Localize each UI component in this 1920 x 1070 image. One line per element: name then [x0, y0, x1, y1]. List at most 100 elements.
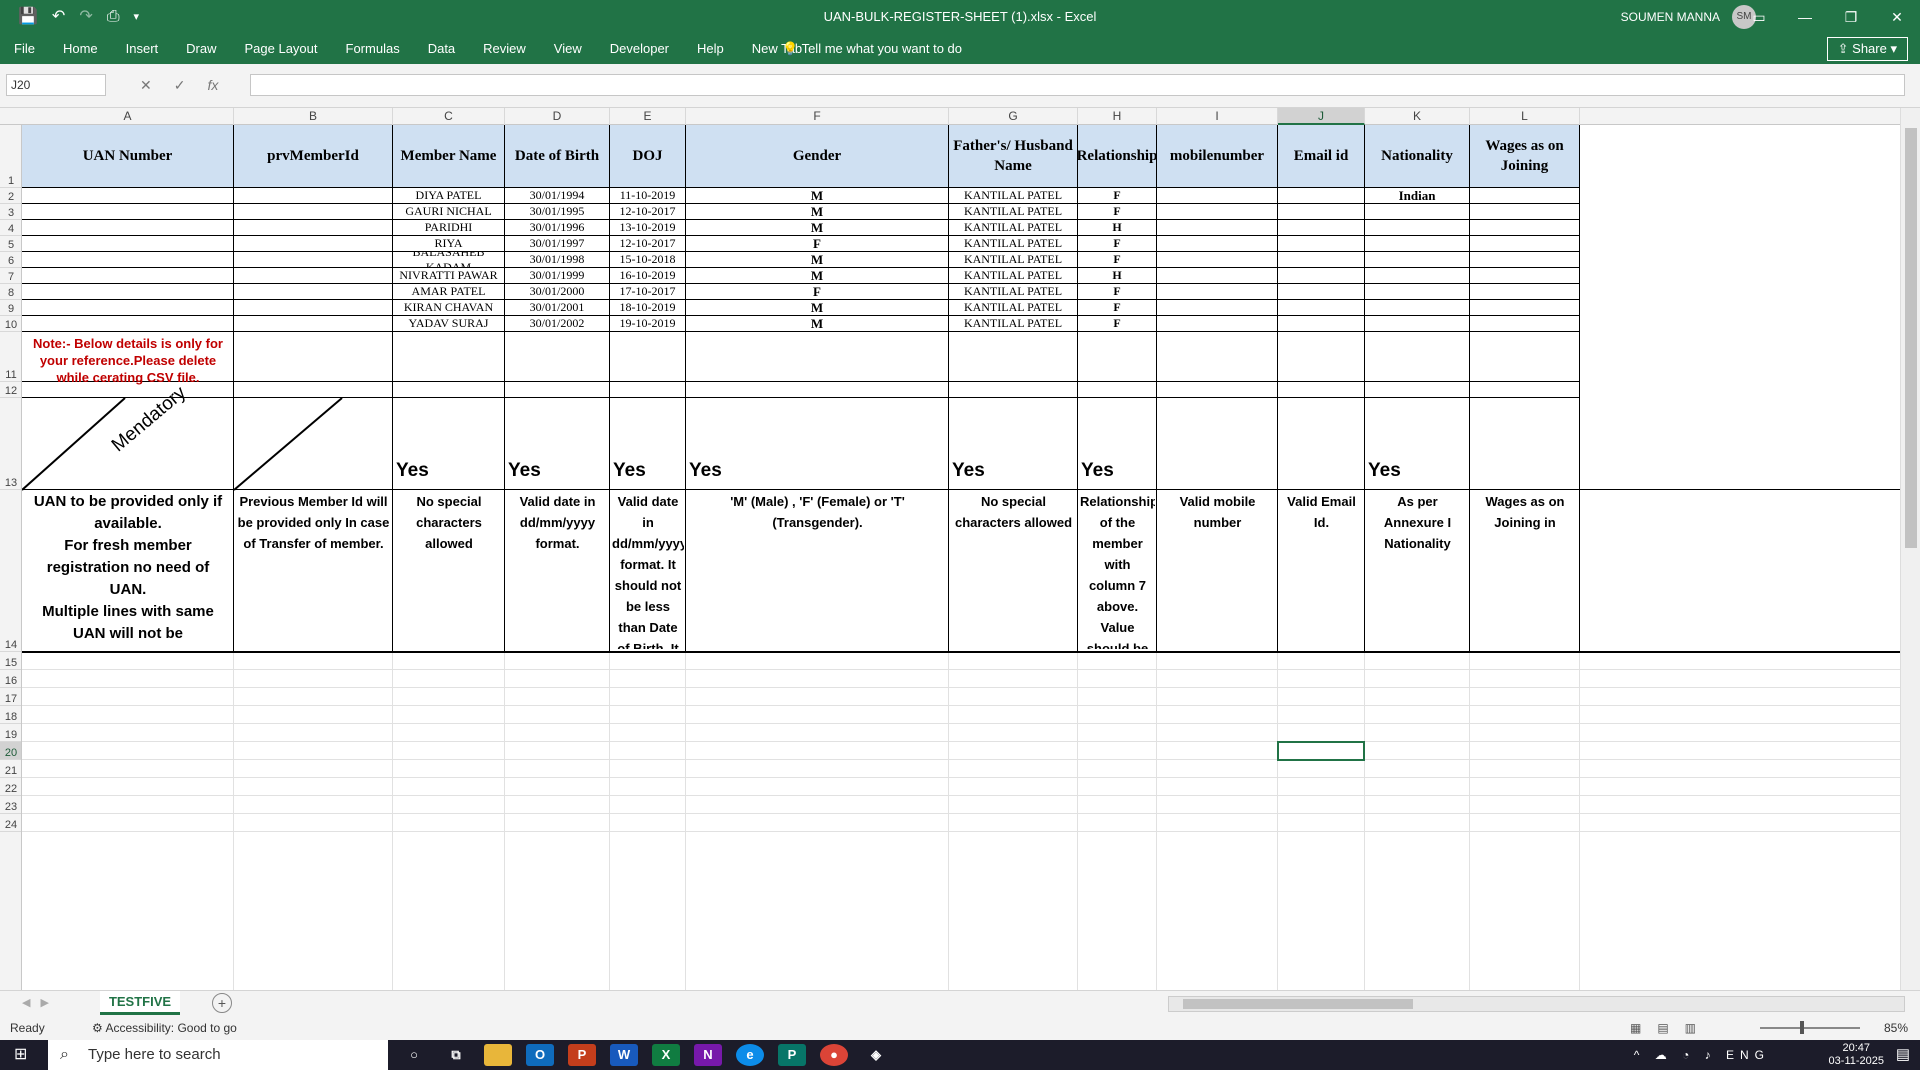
table-cell[interactable]	[22, 236, 234, 252]
tray-icons[interactable]: ^ ☁ ◔ ♪	[1634, 1048, 1726, 1062]
table-cell[interactable]	[1470, 268, 1580, 284]
table-cell[interactable]	[22, 300, 234, 316]
table-cell[interactable]	[1157, 284, 1278, 300]
table-cell[interactable]	[1157, 382, 1278, 398]
tell-me-search[interactable]: 💡 Tell me what you want to do	[782, 34, 962, 64]
description-l[interactable]: Wages as on Joining in	[1472, 491, 1578, 649]
table-cell[interactable]: KIRAN CHAVAN	[393, 300, 505, 316]
ribbon-tab-developer[interactable]: Developer	[596, 34, 683, 64]
table-cell[interactable]: 12-10-2017	[610, 204, 686, 220]
table-cell[interactable]	[1278, 284, 1365, 300]
table-cell[interactable]	[1078, 382, 1157, 398]
ribbon-tab-file[interactable]: File	[0, 34, 49, 64]
onenote-icon[interactable]: N	[694, 1044, 722, 1066]
table-cell[interactable]	[234, 220, 393, 236]
table-cell[interactable]	[234, 284, 393, 300]
zoom-slider[interactable]	[1760, 1027, 1860, 1029]
table-cell[interactable]	[22, 204, 234, 220]
description-b[interactable]: Previous Member Id will be provided only…	[236, 491, 391, 649]
table-cell[interactable]: H	[1078, 268, 1157, 284]
outlook-icon[interactable]: O	[526, 1044, 554, 1066]
column-header-i[interactable]: I	[1157, 108, 1278, 125]
column-header-j[interactable]: J	[1278, 108, 1365, 125]
table-cell[interactable]	[234, 188, 393, 204]
table-cell[interactable]: KANTILAL PATEL	[949, 220, 1078, 236]
excel-icon[interactable]: X	[652, 1044, 680, 1066]
table-cell[interactable]	[1365, 252, 1470, 268]
table-cell[interactable]	[1278, 252, 1365, 268]
table-cell[interactable]	[505, 382, 610, 398]
header-cell-h[interactable]: Relationship	[1078, 125, 1157, 188]
table-cell[interactable]	[1470, 204, 1580, 220]
table-cell[interactable]	[949, 382, 1078, 398]
table-cell[interactable]: KANTILAL PATEL	[949, 268, 1078, 284]
table-cell[interactable]	[1157, 188, 1278, 204]
row-header-16[interactable]: 16	[0, 670, 21, 688]
table-cell[interactable]: M	[686, 188, 949, 204]
table-cell[interactable]	[1157, 332, 1278, 382]
table-cell[interactable]	[1278, 332, 1365, 382]
maximize-button[interactable]: ❐	[1828, 0, 1874, 34]
ribbon-tab-draw[interactable]: Draw	[172, 34, 230, 64]
table-cell[interactable]: NIVRATTI PAWAR	[393, 268, 505, 284]
row-header-17[interactable]: 17	[0, 688, 21, 706]
row-header-24[interactable]: 24	[0, 814, 21, 832]
description-f[interactable]: 'M' (Male) , 'F' (Female) or 'T' (Transg…	[688, 491, 947, 649]
table-cell[interactable]: Indian	[1365, 188, 1470, 204]
table-cell[interactable]	[22, 268, 234, 284]
ribbon-display-icon[interactable]: ▭	[1736, 0, 1782, 34]
table-cell[interactable]	[1278, 204, 1365, 220]
description-k[interactable]: As per Annexure I Nationality	[1367, 491, 1468, 649]
row-header-7[interactable]: 7	[0, 268, 21, 284]
table-cell[interactable]: F	[1078, 300, 1157, 316]
description-g[interactable]: No special characters allowed	[951, 491, 1076, 649]
table-cell[interactable]: PARIDHI	[393, 220, 505, 236]
table-cell[interactable]: 19-10-2019	[610, 316, 686, 332]
ribbon-tab-insert[interactable]: Insert	[112, 34, 173, 64]
table-cell[interactable]	[1157, 300, 1278, 316]
minimize-button[interactable]: —	[1782, 0, 1828, 34]
header-cell-c[interactable]: Member Name	[393, 125, 505, 188]
column-header-f[interactable]: F	[686, 108, 949, 125]
column-header-a[interactable]: A	[22, 108, 234, 125]
table-cell[interactable]: AMAR PATEL	[393, 284, 505, 300]
table-cell[interactable]	[1365, 236, 1470, 252]
header-cell-i[interactable]: mobilenumber	[1157, 125, 1278, 188]
column-header-g[interactable]: G	[949, 108, 1078, 125]
row-header-2[interactable]: 2	[0, 188, 21, 204]
table-cell[interactable]	[1470, 300, 1580, 316]
vertical-scrollbar[interactable]	[1900, 108, 1920, 990]
table-cell[interactable]: M	[686, 252, 949, 268]
table-cell[interactable]	[1157, 236, 1278, 252]
table-cell[interactable]	[1470, 236, 1580, 252]
table-cell[interactable]	[1470, 316, 1580, 332]
row-header-12[interactable]: 12	[0, 382, 21, 398]
row-header-20[interactable]: 20	[0, 742, 21, 760]
share-button[interactable]: ⇪ Share ▾	[1826, 37, 1908, 61]
table-cell[interactable]	[1157, 316, 1278, 332]
table-cell[interactable]: DIYA PATEL	[393, 188, 505, 204]
table-cell[interactable]: 30/01/1997	[505, 236, 610, 252]
table-cell[interactable]: F	[686, 284, 949, 300]
row-header-9[interactable]: 9	[0, 300, 21, 316]
table-cell[interactable]: 30/01/1999	[505, 268, 610, 284]
column-header-d[interactable]: D	[505, 108, 610, 125]
ribbon-tab-review[interactable]: Review	[469, 34, 540, 64]
name-box[interactable]: J20	[6, 74, 106, 96]
file-explorer-icon[interactable]	[484, 1044, 512, 1066]
table-cell[interactable]: 16-10-2019	[610, 268, 686, 284]
header-cell-g[interactable]: Father's/ Husband Name	[949, 125, 1078, 188]
header-cell-f[interactable]: Gender	[686, 125, 949, 188]
row-header-3[interactable]: 3	[0, 204, 21, 220]
description-d[interactable]: Valid date in dd/mm/yyyy format.	[507, 491, 608, 649]
table-cell[interactable]	[1365, 284, 1470, 300]
horizontal-scroll-thumb[interactable]	[1183, 999, 1413, 1009]
column-header-h[interactable]: H	[1078, 108, 1157, 125]
table-cell[interactable]	[393, 332, 505, 382]
cortana-icon[interactable]: ○	[400, 1044, 428, 1066]
vertical-scroll-thumb[interactable]	[1905, 128, 1917, 548]
table-cell[interactable]	[1365, 268, 1470, 284]
table-cell[interactable]	[22, 188, 234, 204]
table-cell[interactable]	[1278, 382, 1365, 398]
header-cell-d[interactable]: Date of Birth	[505, 125, 610, 188]
